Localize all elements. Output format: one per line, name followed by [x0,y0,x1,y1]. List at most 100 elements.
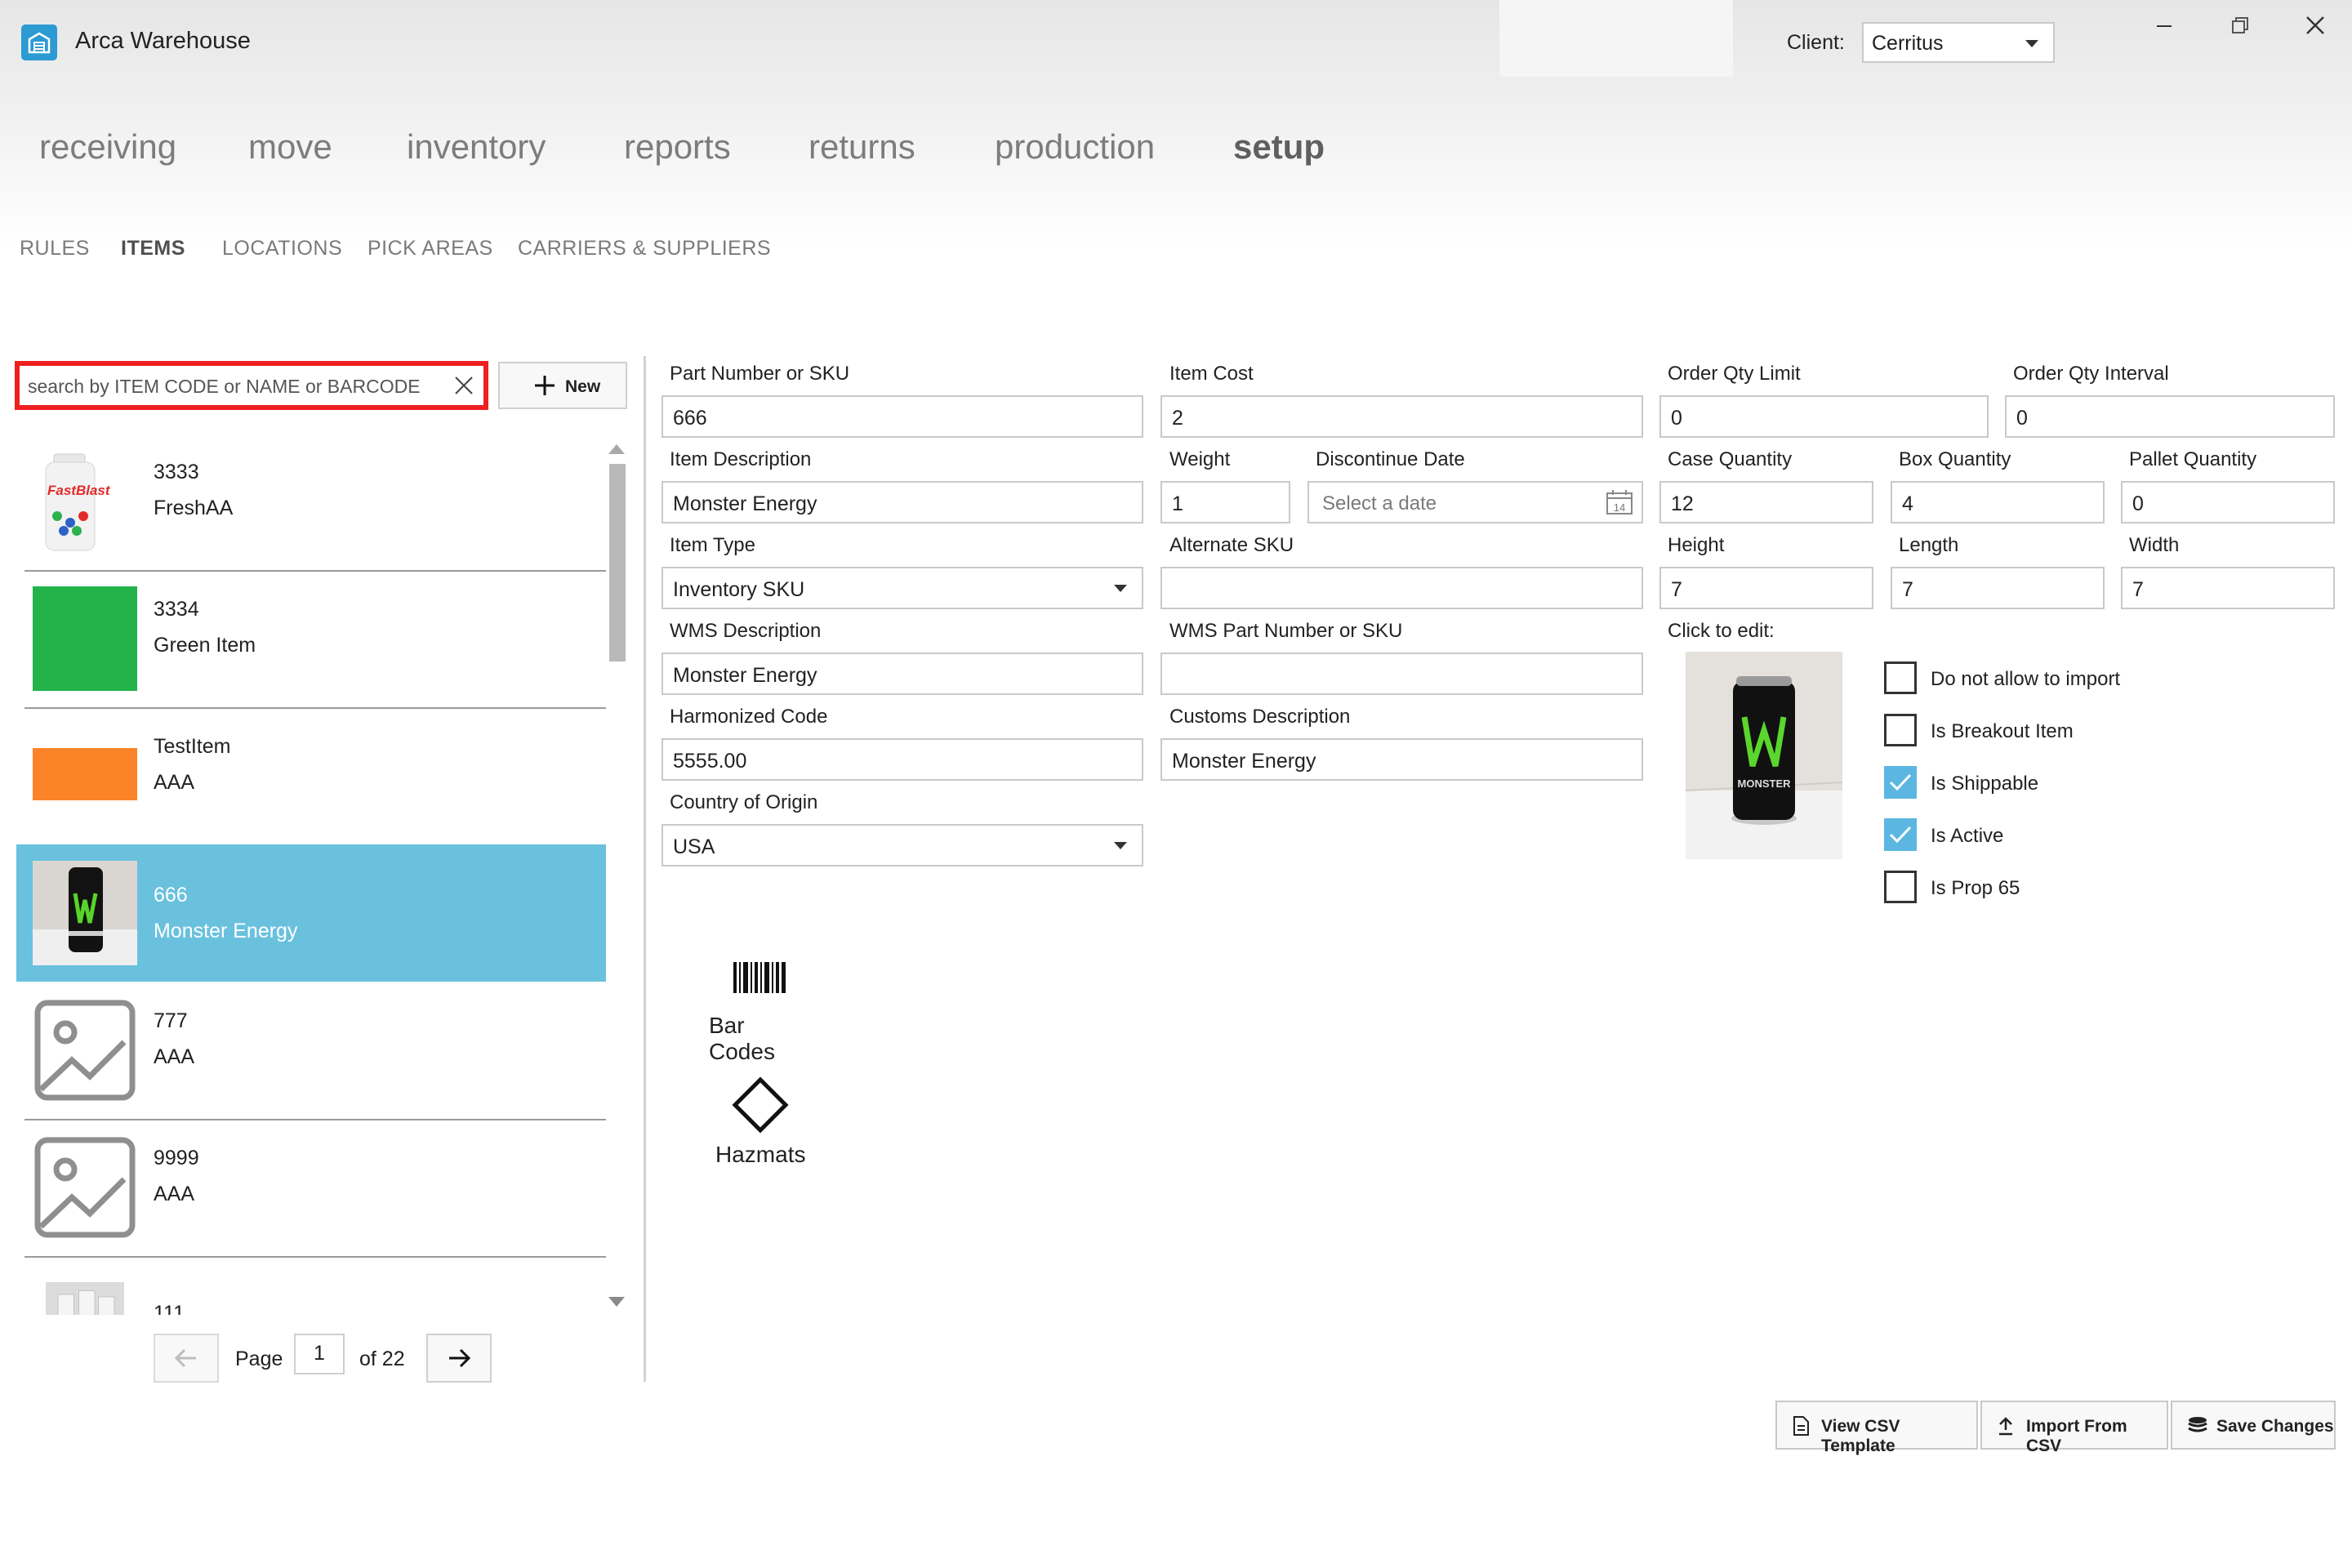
click-to-edit-label: Click to edit: [1668,620,1775,642]
is-prop-65-checkbox[interactable] [1884,871,1917,903]
search-input[interactable] [26,372,438,400]
bar-codes-button[interactable]: Bar Codes [702,951,817,1064]
item-photo[interactable]: MONSTER [1686,652,1842,859]
nav-production[interactable]: production [995,127,1155,167]
svg-text:FastBlast: FastBlast [47,483,111,498]
page-label: Page [235,1348,283,1370]
country-of-origin-select[interactable]: USA [662,824,1143,866]
item-code: TestItem [154,735,231,758]
pallet-quantity-label: Pallet Quantity [2129,448,2257,470]
minimize-window-button[interactable] [2140,10,2189,42]
alternate-sku-field[interactable] [1160,567,1643,609]
order-qty-interval-value: 0 [2016,407,2028,430]
checkmark-icon [1889,773,1912,791]
height-label: Height [1668,534,1725,556]
wms-description-field[interactable]: Monster Energy [662,653,1143,695]
width-value: 7 [2132,578,2144,601]
tab-locations[interactable]: LOCATIONS [222,237,342,261]
item-cost-label: Item Cost [1169,363,1254,385]
is-breakout-item-checkbox[interactable] [1884,714,1917,746]
part-number-field[interactable]: 666 [662,395,1143,438]
list-item[interactable]: TestItem AAA [16,707,606,844]
nav-receiving[interactable]: receiving [39,127,176,167]
nav-setup[interactable]: setup [1233,127,1325,167]
length-value: 7 [1902,578,1913,601]
client-select[interactable]: Cerritus [1862,22,2055,63]
tab-pick-areas[interactable]: PICK AREAS [368,237,493,261]
scrollbar-thumb[interactable] [609,464,626,662]
harmonized-code-field[interactable]: 5555.00 [662,738,1143,781]
order-qty-interval-field[interactable]: 0 [2005,395,2335,438]
wms-description-value: Monster Energy [673,664,817,687]
is-shippable-checkbox[interactable] [1884,766,1917,799]
length-label: Length [1899,534,1959,556]
close-window-button[interactable] [2291,10,2340,42]
discontinue-date-picker[interactable]: Select a date 14 [1307,481,1643,523]
scroll-down-arrow-icon[interactable] [608,1297,625,1307]
weight-field[interactable]: 1 [1160,481,1290,523]
case-quantity-label: Case Quantity [1668,448,1793,470]
nav-returns[interactable]: returns [808,127,915,167]
calendar-icon[interactable]: 14 [1606,489,1633,515]
customs-description-field[interactable]: Monster Energy [1160,738,1643,781]
next-page-button[interactable] [426,1334,492,1383]
hazmats-button[interactable]: Hazmats [702,1076,817,1173]
wms-part-number-field[interactable] [1160,653,1643,695]
import-from-csv-button[interactable]: Import From CSV [1980,1401,2168,1455]
tab-rules[interactable]: RULES [20,237,90,261]
view-csv-template-button[interactable]: View CSV Template [1775,1401,1978,1455]
arrow-right-icon [449,1348,471,1368]
page-number-input[interactable]: 1 [294,1334,345,1374]
case-quantity-field[interactable]: 12 [1659,481,1873,523]
list-item[interactable]: 111 [16,1256,606,1315]
chevron-down-icon [1114,842,1127,849]
list-item-selected[interactable]: 666 Monster Energy [16,844,606,982]
part-number-value: 666 [673,407,707,430]
restore-window-button[interactable] [2215,10,2264,42]
item-code: 666 [154,884,188,906]
item-code: 3333 [154,461,199,483]
title-bar-blank-area [1499,0,1733,77]
list-item[interactable]: FastBlast 3333 FreshAA [16,433,606,572]
width-field[interactable]: 7 [2121,567,2335,609]
box-quantity-field[interactable]: 4 [1891,481,2105,523]
do-not-allow-import-checkbox[interactable] [1884,662,1917,694]
save-stack-icon [2188,1417,2207,1432]
box-quantity-label: Box Quantity [1899,448,2011,470]
item-code: 777 [154,1009,188,1032]
weight-value: 1 [1172,492,1183,515]
arrow-left-icon [174,1348,196,1368]
placeholder-image-icon [34,1137,136,1238]
is-active-checkbox[interactable] [1884,818,1917,851]
order-qty-limit-field[interactable]: 0 [1659,395,1989,438]
list-item[interactable]: 3334 Green Item [16,570,606,709]
item-code: 111 [154,1302,185,1315]
previous-page-button[interactable] [154,1334,219,1383]
list-item[interactable]: 9999 AAA [16,1119,606,1258]
new-item-button[interactable]: New [498,362,627,409]
item-list: FastBlast 3333 FreshAA 3334 Green Item T… [16,433,606,1315]
list-item[interactable]: 777 AAA [16,982,606,1120]
tab-carriers-suppliers[interactable]: CARRIERS & SUPPLIERS [518,237,771,261]
item-type-value: Inventory SKU [673,578,805,601]
save-changes-button[interactable]: Save Changes [2171,1401,2336,1450]
nav-inventory[interactable]: inventory [407,127,546,167]
pallet-quantity-field[interactable]: 0 [2121,481,2335,523]
item-type-select[interactable]: Inventory SKU [662,567,1143,609]
scroll-up-arrow-icon[interactable] [608,444,625,454]
length-field[interactable]: 7 [1891,567,2105,609]
item-name: Monster Energy [154,920,298,942]
nav-reports[interactable]: reports [624,127,731,167]
app-title: Arca Warehouse [75,28,251,54]
height-field[interactable]: 7 [1659,567,1873,609]
item-name: AAA [154,1045,195,1068]
item-name: FreshAA [154,497,234,519]
pallet-quantity-value: 0 [2132,492,2144,515]
part-number-label: Part Number or SKU [670,363,850,385]
item-description-field[interactable]: Monster Energy [662,481,1143,523]
item-cost-field[interactable]: 2 [1160,395,1643,438]
tab-items[interactable]: ITEMS [121,237,185,261]
chevron-down-icon [1114,585,1127,592]
clear-search-icon[interactable] [454,376,474,395]
nav-move[interactable]: move [248,127,332,167]
